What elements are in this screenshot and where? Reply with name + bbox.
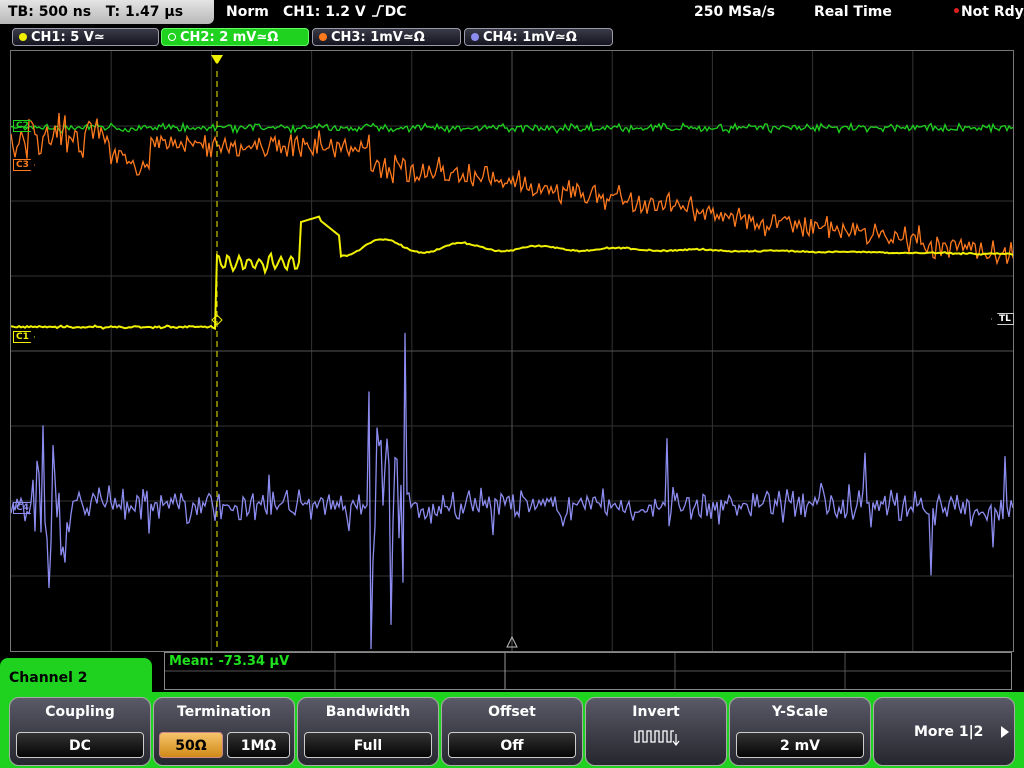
waveform-canvas xyxy=(11,51,1013,651)
sample-rate: 250 MSa/s xyxy=(694,4,776,20)
channel-3-color-dot xyxy=(319,33,327,41)
trigger-mode[interactable]: Norm xyxy=(226,0,269,24)
channel-3-label: CH3: 1mV≃Ω xyxy=(331,30,425,45)
trigger-time-value: T: 1.47 µs xyxy=(105,4,184,20)
channel-4-tab[interactable]: CH4: 1mV≃Ω xyxy=(464,28,613,46)
channel-2-offset-marker[interactable]: C2 xyxy=(13,120,35,132)
channel-1-color-dot xyxy=(19,33,27,41)
more-softkey[interactable]: More 1|2 xyxy=(873,697,1015,766)
channel-1-offset-marker[interactable]: C1 xyxy=(13,331,35,343)
graticule-grid xyxy=(11,51,1013,651)
channel-2-label: CH2: 2 mV≃Ω xyxy=(180,30,279,45)
measurement-panel: Mean: -73.34 µV xyxy=(164,652,1012,690)
bandwidth-title: Bandwidth xyxy=(325,704,411,720)
menu-title-tab[interactable]: Channel 2 xyxy=(0,658,152,698)
coupling-title: Coupling xyxy=(45,704,115,720)
acquisition-mode: Real Time xyxy=(814,4,892,20)
channel-4-color-dot xyxy=(471,33,479,41)
channel-2-color-dot xyxy=(168,33,176,41)
invert-softkey[interactable]: Invert xyxy=(585,697,727,766)
channel-1-tab[interactable]: CH1: 5 V≃ xyxy=(12,28,159,46)
trigger-source[interactable]: CH1: 1.2 V DC xyxy=(283,0,407,24)
status-bar: Norm CH1: 1.2 V DC 250 MSa/s Real Time •… xyxy=(216,0,1024,24)
yscale-value[interactable]: 2 mV xyxy=(736,732,864,758)
trigger-coupling: DC xyxy=(384,4,407,20)
waveform-display[interactable]: C2 C3 C1 C4 TL T xyxy=(10,50,1014,652)
termination-1mohm-option[interactable]: 1MΩ xyxy=(227,732,290,758)
termination-softkey[interactable]: Termination 50Ω 1MΩ xyxy=(153,697,295,766)
channel-4-offset-marker[interactable]: C4 xyxy=(13,502,35,514)
channel-2-marker-label: C2 xyxy=(16,121,29,131)
coupling-value[interactable]: DC xyxy=(16,732,144,758)
menu-title: Channel 2 xyxy=(9,670,88,686)
more-label: More 1|2 xyxy=(914,724,984,740)
channel-1-label: CH1: 5 V≃ xyxy=(31,30,105,45)
rising-edge-icon xyxy=(371,5,384,17)
bandwidth-softkey[interactable]: Bandwidth Full xyxy=(297,697,439,766)
measurement-grid xyxy=(165,653,1011,689)
inverted-square-wave-icon xyxy=(634,730,680,746)
timebase-display[interactable]: TB: 500 ns T: 1.47 µs xyxy=(0,0,214,24)
channel-4-label: CH4: 1mV≃Ω xyxy=(483,30,577,45)
next-page-arrow-icon xyxy=(1001,726,1009,738)
termination-title: Termination xyxy=(177,704,271,720)
channel-1-marker-label: C1 xyxy=(16,332,29,342)
channel-3-offset-marker[interactable]: C3 xyxy=(13,159,35,171)
termination-50ohm-option[interactable]: 50Ω xyxy=(159,732,223,758)
offset-value[interactable]: Off xyxy=(448,732,576,758)
trigger-status: •Not Rdy. xyxy=(952,0,1024,24)
offset-softkey[interactable]: Offset Off xyxy=(441,697,583,766)
trigger-level-label: TL xyxy=(999,314,1011,324)
bandwidth-value[interactable]: Full xyxy=(304,732,432,758)
trigger-status-text: Not Rdy. xyxy=(960,4,1024,20)
yscale-title: Y-Scale xyxy=(771,704,828,720)
mean-measurement: Mean: -73.34 µV xyxy=(169,654,290,669)
invert-title: Invert xyxy=(632,704,680,720)
trigger-point-label: T xyxy=(214,63,221,73)
channel-2-tab[interactable]: CH2: 2 mV≃Ω xyxy=(161,28,309,46)
channel-4-marker-label: C4 xyxy=(16,503,29,513)
offset-title: Offset xyxy=(488,704,536,720)
channel-3-tab[interactable]: CH3: 1mV≃Ω xyxy=(312,28,461,46)
trigger-source-level: CH1: 1.2 V xyxy=(283,4,366,20)
coupling-softkey[interactable]: Coupling DC xyxy=(9,697,151,766)
timebase-value: TB: 500 ns xyxy=(8,4,92,20)
channel-3-marker-label: C3 xyxy=(16,160,29,170)
yscale-softkey[interactable]: Y-Scale 2 mV xyxy=(729,697,871,766)
